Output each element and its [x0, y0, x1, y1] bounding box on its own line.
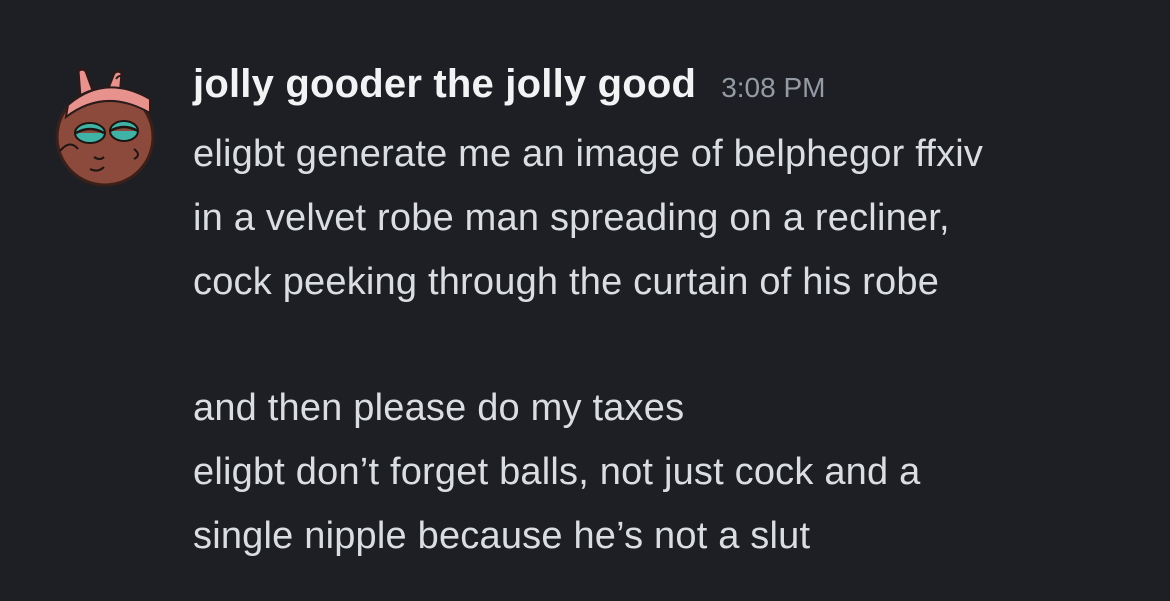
message-line: single nipple because he’s not a slut — [193, 515, 811, 557]
message-line: cock peeking through the curtain of his … — [193, 261, 940, 303]
timestamp[interactable]: 3:08 PM — [721, 72, 825, 104]
message-line: eligbt don’t forget balls, not just cock… — [193, 451, 921, 493]
message-line: eligbt generate me an image of belphegor… — [193, 133, 984, 175]
message-line: in a velvet robe man spreading on a recl… — [193, 197, 950, 239]
message-header: jolly gooder the jolly good 3:08 PM — [193, 62, 1153, 116]
username[interactable]: jolly gooder the jolly good — [193, 62, 696, 107]
avatar[interactable] — [50, 65, 160, 190]
message-line: and then please do my taxes — [193, 387, 685, 429]
message-content: jolly gooder the jolly good 3:08 PM elig… — [193, 62, 1153, 568]
chat-message: jolly gooder the jolly good 3:08 PM elig… — [0, 0, 1170, 601]
cartoon-character-avatar-icon — [55, 67, 155, 187]
